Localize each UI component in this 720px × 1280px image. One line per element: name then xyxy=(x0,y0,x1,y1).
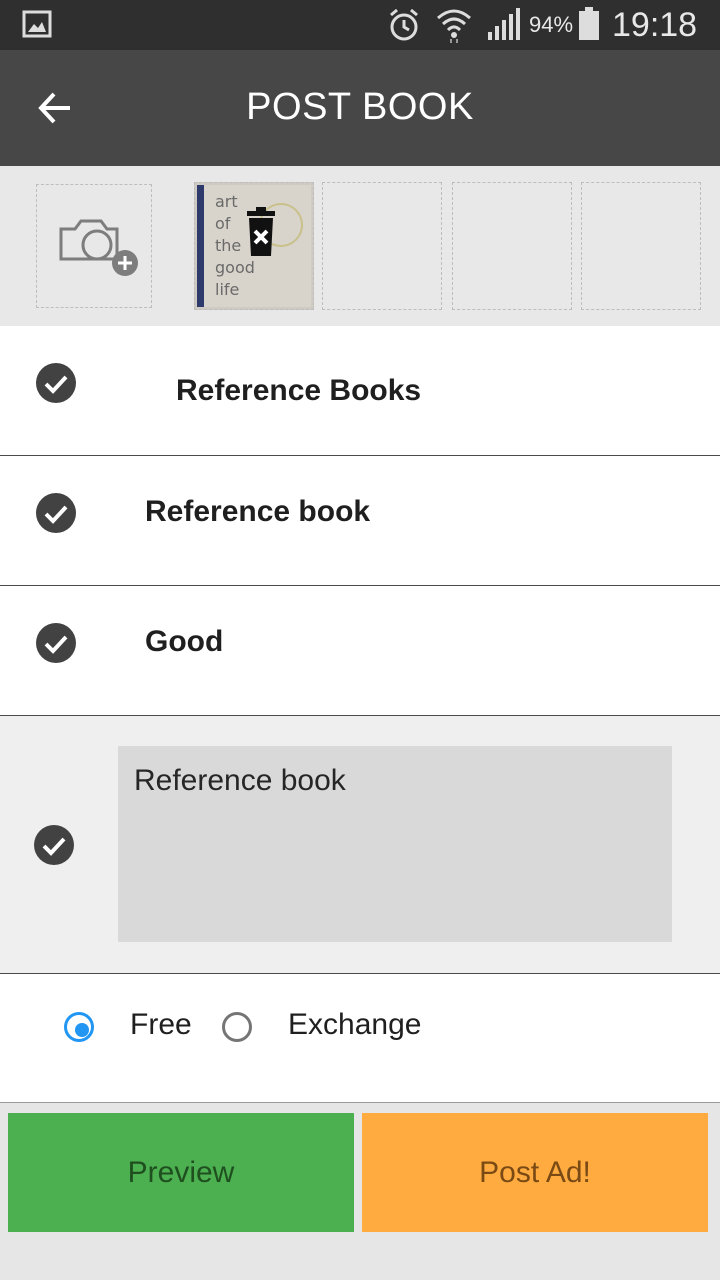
category-row[interactable]: Reference Books xyxy=(0,326,720,456)
gallery-icon xyxy=(22,10,52,38)
signal-icon xyxy=(488,8,520,40)
photo-strip: art of the good life xyxy=(0,166,720,326)
title-value: Reference book xyxy=(145,495,371,528)
add-photo-button[interactable] xyxy=(36,184,152,308)
check-circle-icon xyxy=(36,363,76,403)
camera-add-icon xyxy=(59,219,138,276)
clock: 19:18 xyxy=(612,6,698,44)
cover-text-line: life xyxy=(215,280,240,299)
post-ad-button[interactable]: Post Ad! xyxy=(362,1113,708,1232)
title-row[interactable]: Reference book xyxy=(0,456,720,586)
condition-row[interactable]: Good xyxy=(0,586,720,716)
check-circle-icon xyxy=(34,825,74,865)
alarm-icon xyxy=(390,8,418,41)
app-bar: POST BOOK xyxy=(0,50,720,166)
status-bar: 94% 19:18 xyxy=(0,0,720,50)
photo-slot-3[interactable] xyxy=(452,182,572,310)
offer-type-group: Free Exchange xyxy=(0,974,720,1103)
trash-delete-icon[interactable] xyxy=(243,207,279,257)
radio-dot xyxy=(75,1023,89,1037)
photo-slot-2[interactable] xyxy=(322,182,442,310)
cover-text-line: good xyxy=(215,258,255,277)
photo-slot-1[interactable]: art of the good life xyxy=(194,182,314,310)
check-circle-icon xyxy=(36,623,76,663)
category-value: Reference Books xyxy=(176,374,422,407)
radio-ring xyxy=(64,1012,94,1042)
check-circle-icon xyxy=(36,493,76,533)
wifi-icon xyxy=(437,9,471,43)
photo-slot-4[interactable] xyxy=(581,182,701,310)
description-row: Reference book xyxy=(0,716,720,974)
condition-value: Good xyxy=(145,625,224,658)
exchange-label: Exchange xyxy=(288,1008,422,1041)
battery-icon xyxy=(579,7,599,40)
preview-button[interactable]: Preview xyxy=(8,1113,354,1232)
free-label: Free xyxy=(130,1008,192,1041)
description-input[interactable]: Reference book xyxy=(118,746,672,942)
battery-percent: 94% xyxy=(529,12,574,37)
radio-ring xyxy=(222,1012,252,1042)
page-title: POST BOOK xyxy=(246,86,474,128)
